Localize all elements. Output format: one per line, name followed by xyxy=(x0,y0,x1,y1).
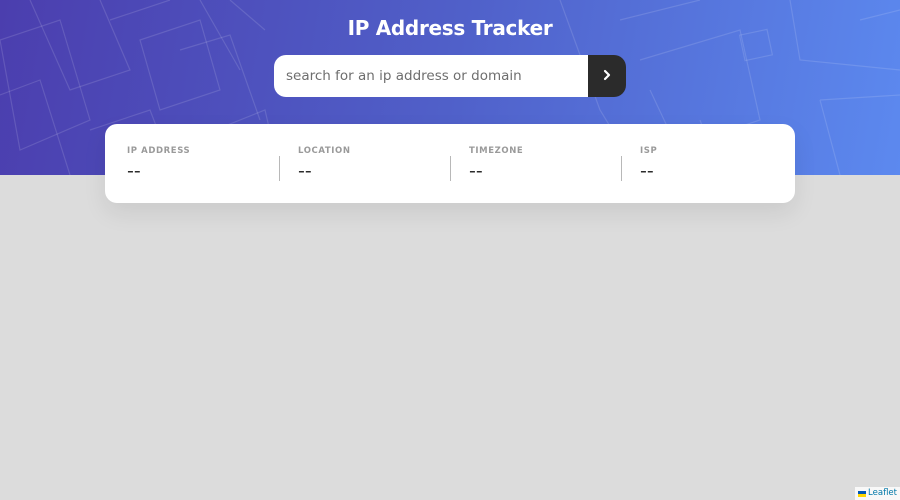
ip-address-value: -- xyxy=(127,160,141,182)
search-bar xyxy=(274,55,626,97)
leaflet-link[interactable]: Leaflet xyxy=(868,487,897,500)
search-submit-button[interactable] xyxy=(588,55,626,97)
ukraine-flag-icon xyxy=(858,490,867,497)
info-ip-address: IP ADDRESS -- xyxy=(105,124,276,203)
map-attribution: Leaflet xyxy=(855,487,900,500)
info-timezone: TIMEZONE -- xyxy=(447,124,618,203)
chevron-right-icon xyxy=(602,69,612,84)
timezone-value: -- xyxy=(469,160,483,182)
map-container[interactable]: Leaflet xyxy=(0,175,900,500)
isp-value: -- xyxy=(640,160,654,182)
info-location: LOCATION -- xyxy=(276,124,447,203)
search-input[interactable] xyxy=(274,55,588,97)
timezone-label: TIMEZONE xyxy=(469,146,524,156)
location-value: -- xyxy=(298,160,312,182)
page-title: IP Address Tracker xyxy=(347,16,553,40)
location-label: LOCATION xyxy=(298,146,351,156)
ip-info-card: IP ADDRESS -- LOCATION -- TIMEZONE -- IS… xyxy=(105,124,795,203)
ip-address-label: IP ADDRESS xyxy=(127,146,191,156)
isp-label: ISP xyxy=(640,146,658,156)
info-isp: ISP -- xyxy=(618,124,789,203)
